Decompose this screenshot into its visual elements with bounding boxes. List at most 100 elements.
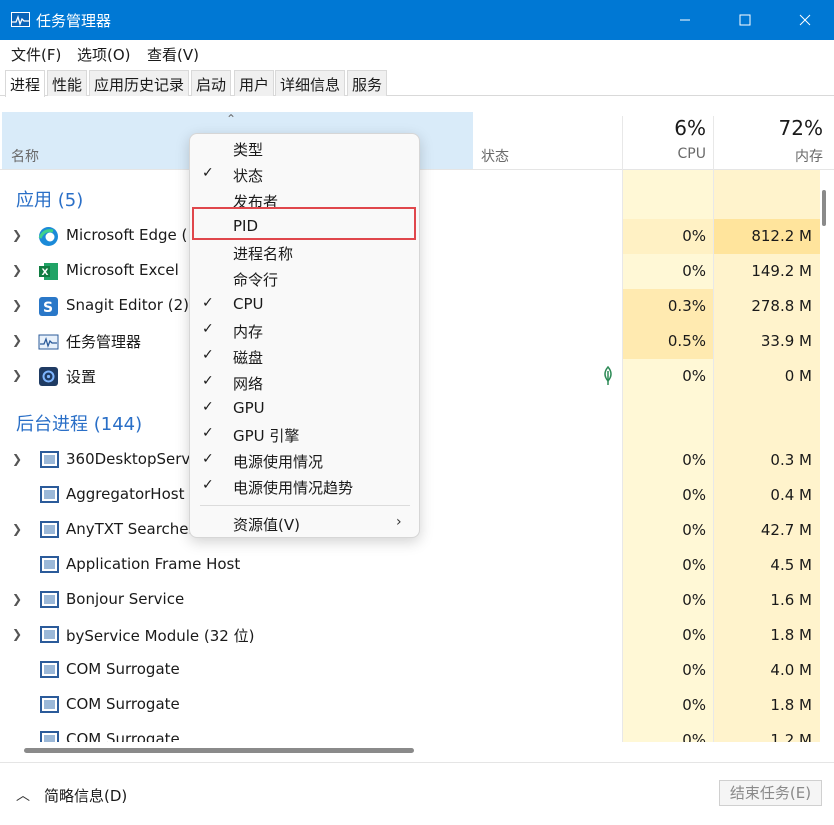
checkmark-icon: ✓ <box>202 373 214 389</box>
tab-details[interactable]: 详细信息 <box>275 70 346 96</box>
expand-chevron-icon[interactable]: ❯ <box>12 368 22 382</box>
tab-processes[interactable]: 进程 <box>5 70 46 97</box>
menu-options[interactable]: 选项(O) <box>77 44 131 65</box>
menu-file[interactable]: 文件(F) <box>11 44 61 65</box>
tab-users[interactable]: 用户 <box>234 70 275 96</box>
excel-icon: X <box>39 263 58 280</box>
process-name: COM Surrogate <box>66 695 180 713</box>
menu-item-status[interactable]: ✓ 状态 <box>190 162 419 188</box>
process-row[interactable]: COM Surrogate 0% 1.8 M <box>0 688 820 723</box>
checkmark-icon: ✓ <box>202 321 214 337</box>
menu-item-disk[interactable]: ✓ 磁盘 <box>190 344 419 370</box>
settings-icon <box>39 367 58 386</box>
menu-item-resource-values[interactable]: 资源值(V) › <box>190 511 419 537</box>
process-row[interactable]: COM Surrogate 0% 4.0 M <box>0 653 820 688</box>
process-memory: 1.6 M <box>770 591 812 609</box>
status-header-label[interactable]: 状态 <box>481 146 509 166</box>
horizontal-scrollbar[interactable] <box>24 748 414 753</box>
process-cpu: 0% <box>682 696 706 714</box>
process-icon <box>40 521 59 538</box>
column-context-menu: 类型 ✓ 状态 发布者 PID 进程名称 命令行 ✓ CPU ✓ 内存 ✓ 磁盘 ✓ 网络… <box>189 133 420 538</box>
memory-header-label[interactable]: 内存 <box>716 146 823 166</box>
cpu-header-label[interactable]: CPU <box>624 146 706 162</box>
menu-item-cpu[interactable]: ✓ CPU <box>190 292 419 318</box>
close-button[interactable] <box>775 0 834 40</box>
maximize-button[interactable] <box>715 0 775 40</box>
footer: ︿ 简略信息(D) 结束任务(E) <box>0 762 834 825</box>
cpu-total-percent: 6% <box>674 116 706 140</box>
name-header-label: 名称 <box>11 149 39 165</box>
end-task-button[interactable]: 结束任务(E) <box>719 780 822 806</box>
memory-total-percent: 72% <box>778 116 823 140</box>
process-memory: 33.9 M <box>760 332 812 350</box>
menu-item-gpu-engine[interactable]: ✓ GPU 引擎 <box>190 422 419 448</box>
process-memory: 149.2 M <box>751 262 812 280</box>
edge-icon <box>38 227 58 246</box>
process-cpu: 0% <box>682 661 706 679</box>
menu-item-power-usage-trend[interactable]: ✓ 电源使用情况趋势 <box>190 474 419 500</box>
close-icon <box>799 14 811 26</box>
process-row[interactable]: COM Surrogate 0% 1.2 M <box>0 723 820 742</box>
process-cpu: 0% <box>682 367 706 385</box>
sort-up-icon: ⌃ <box>226 112 237 126</box>
process-icon <box>40 451 59 468</box>
process-memory: 1.8 M <box>770 626 812 644</box>
expand-chevron-icon[interactable]: ❯ <box>12 522 22 536</box>
expand-chevron-icon[interactable]: ❯ <box>12 298 22 312</box>
process-row[interactable]: ❯ Bonjour Service 0% 1.6 M <box>0 583 820 618</box>
expand-chevron-icon[interactable]: ❯ <box>12 263 22 277</box>
process-cpu: 0.5% <box>667 332 706 350</box>
tab-startup[interactable]: 启动 <box>191 70 232 96</box>
process-row[interactable]: Application Frame Host 0% 4.5 M <box>0 548 820 583</box>
menu-item-type[interactable]: 类型 <box>190 136 419 162</box>
menu-item-network[interactable]: ✓ 网络 <box>190 370 419 396</box>
menu-bar: 文件(F) 选项(O) 查看(V) <box>0 40 834 66</box>
minimize-button[interactable] <box>655 0 715 40</box>
vertical-scrollbar[interactable] <box>822 190 826 226</box>
menu-view[interactable]: 查看(V) <box>147 44 199 65</box>
group-background-heading: 后台进程 (144) <box>16 414 143 435</box>
checkmark-icon: ✓ <box>202 425 214 441</box>
process-memory: 0 M <box>784 367 812 385</box>
expand-chevron-icon[interactable]: ❯ <box>12 228 22 242</box>
process-memory: 4.0 M <box>770 661 812 679</box>
process-row[interactable]: ❯ byService Module (32 位) 0% 1.8 M <box>0 618 820 653</box>
tab-performance[interactable]: 性能 <box>47 70 88 96</box>
menu-item-power-usage[interactable]: ✓ 电源使用情况 <box>190 448 419 474</box>
process-memory: 42.7 M <box>760 521 812 539</box>
minimize-icon <box>680 19 690 21</box>
expand-chevron-icon[interactable]: ❯ <box>12 333 22 347</box>
menu-item-gpu[interactable]: ✓ GPU <box>190 396 419 422</box>
tab-bar: 进程 性能 应用历史记录 启动 用户 详细信息 服务 <box>0 70 834 97</box>
tab-app-history[interactable]: 应用历史记录 <box>89 70 190 96</box>
expand-chevron-icon[interactable]: ❯ <box>12 592 22 606</box>
process-cpu: 0% <box>682 731 706 742</box>
process-name: Snagit Editor (2) <box>66 296 189 314</box>
menu-item-memory[interactable]: ✓ 内存 <box>190 318 419 344</box>
process-name: Application Frame Host <box>66 555 241 573</box>
checkmark-icon: ✓ <box>202 451 214 467</box>
process-icon <box>40 731 59 742</box>
process-cpu: 0% <box>682 227 706 245</box>
menu-item-process-name[interactable]: 进程名称 <box>190 240 419 266</box>
process-name: 设置 <box>66 368 97 386</box>
task-manager-app-icon <box>11 12 30 27</box>
title-bar: 任务管理器 <box>0 0 834 40</box>
process-name: Microsoft Excel <box>66 261 179 279</box>
tab-services[interactable]: 服务 <box>347 70 388 96</box>
menu-item-command-line[interactable]: 命令行 <box>190 266 419 292</box>
process-name: 任务管理器 <box>66 333 142 351</box>
group-apps-heading: 应用 (5) <box>16 190 84 211</box>
expand-chevron-icon[interactable]: ❯ <box>12 452 22 466</box>
pid-highlight-box <box>192 207 416 240</box>
checkmark-icon: ✓ <box>202 165 214 181</box>
leaf-icon <box>604 366 612 385</box>
process-cpu: 0% <box>682 626 706 644</box>
process-icon <box>40 486 59 503</box>
process-name: AnyTXT Searcher <box>66 520 195 538</box>
fewer-details-link[interactable]: 简略信息(D) <box>44 785 127 806</box>
process-name: AggregatorHost <box>66 485 185 503</box>
chevron-up-icon[interactable]: ︿ <box>16 785 30 805</box>
menu-separator <box>200 505 410 506</box>
expand-chevron-icon[interactable]: ❯ <box>12 627 22 641</box>
